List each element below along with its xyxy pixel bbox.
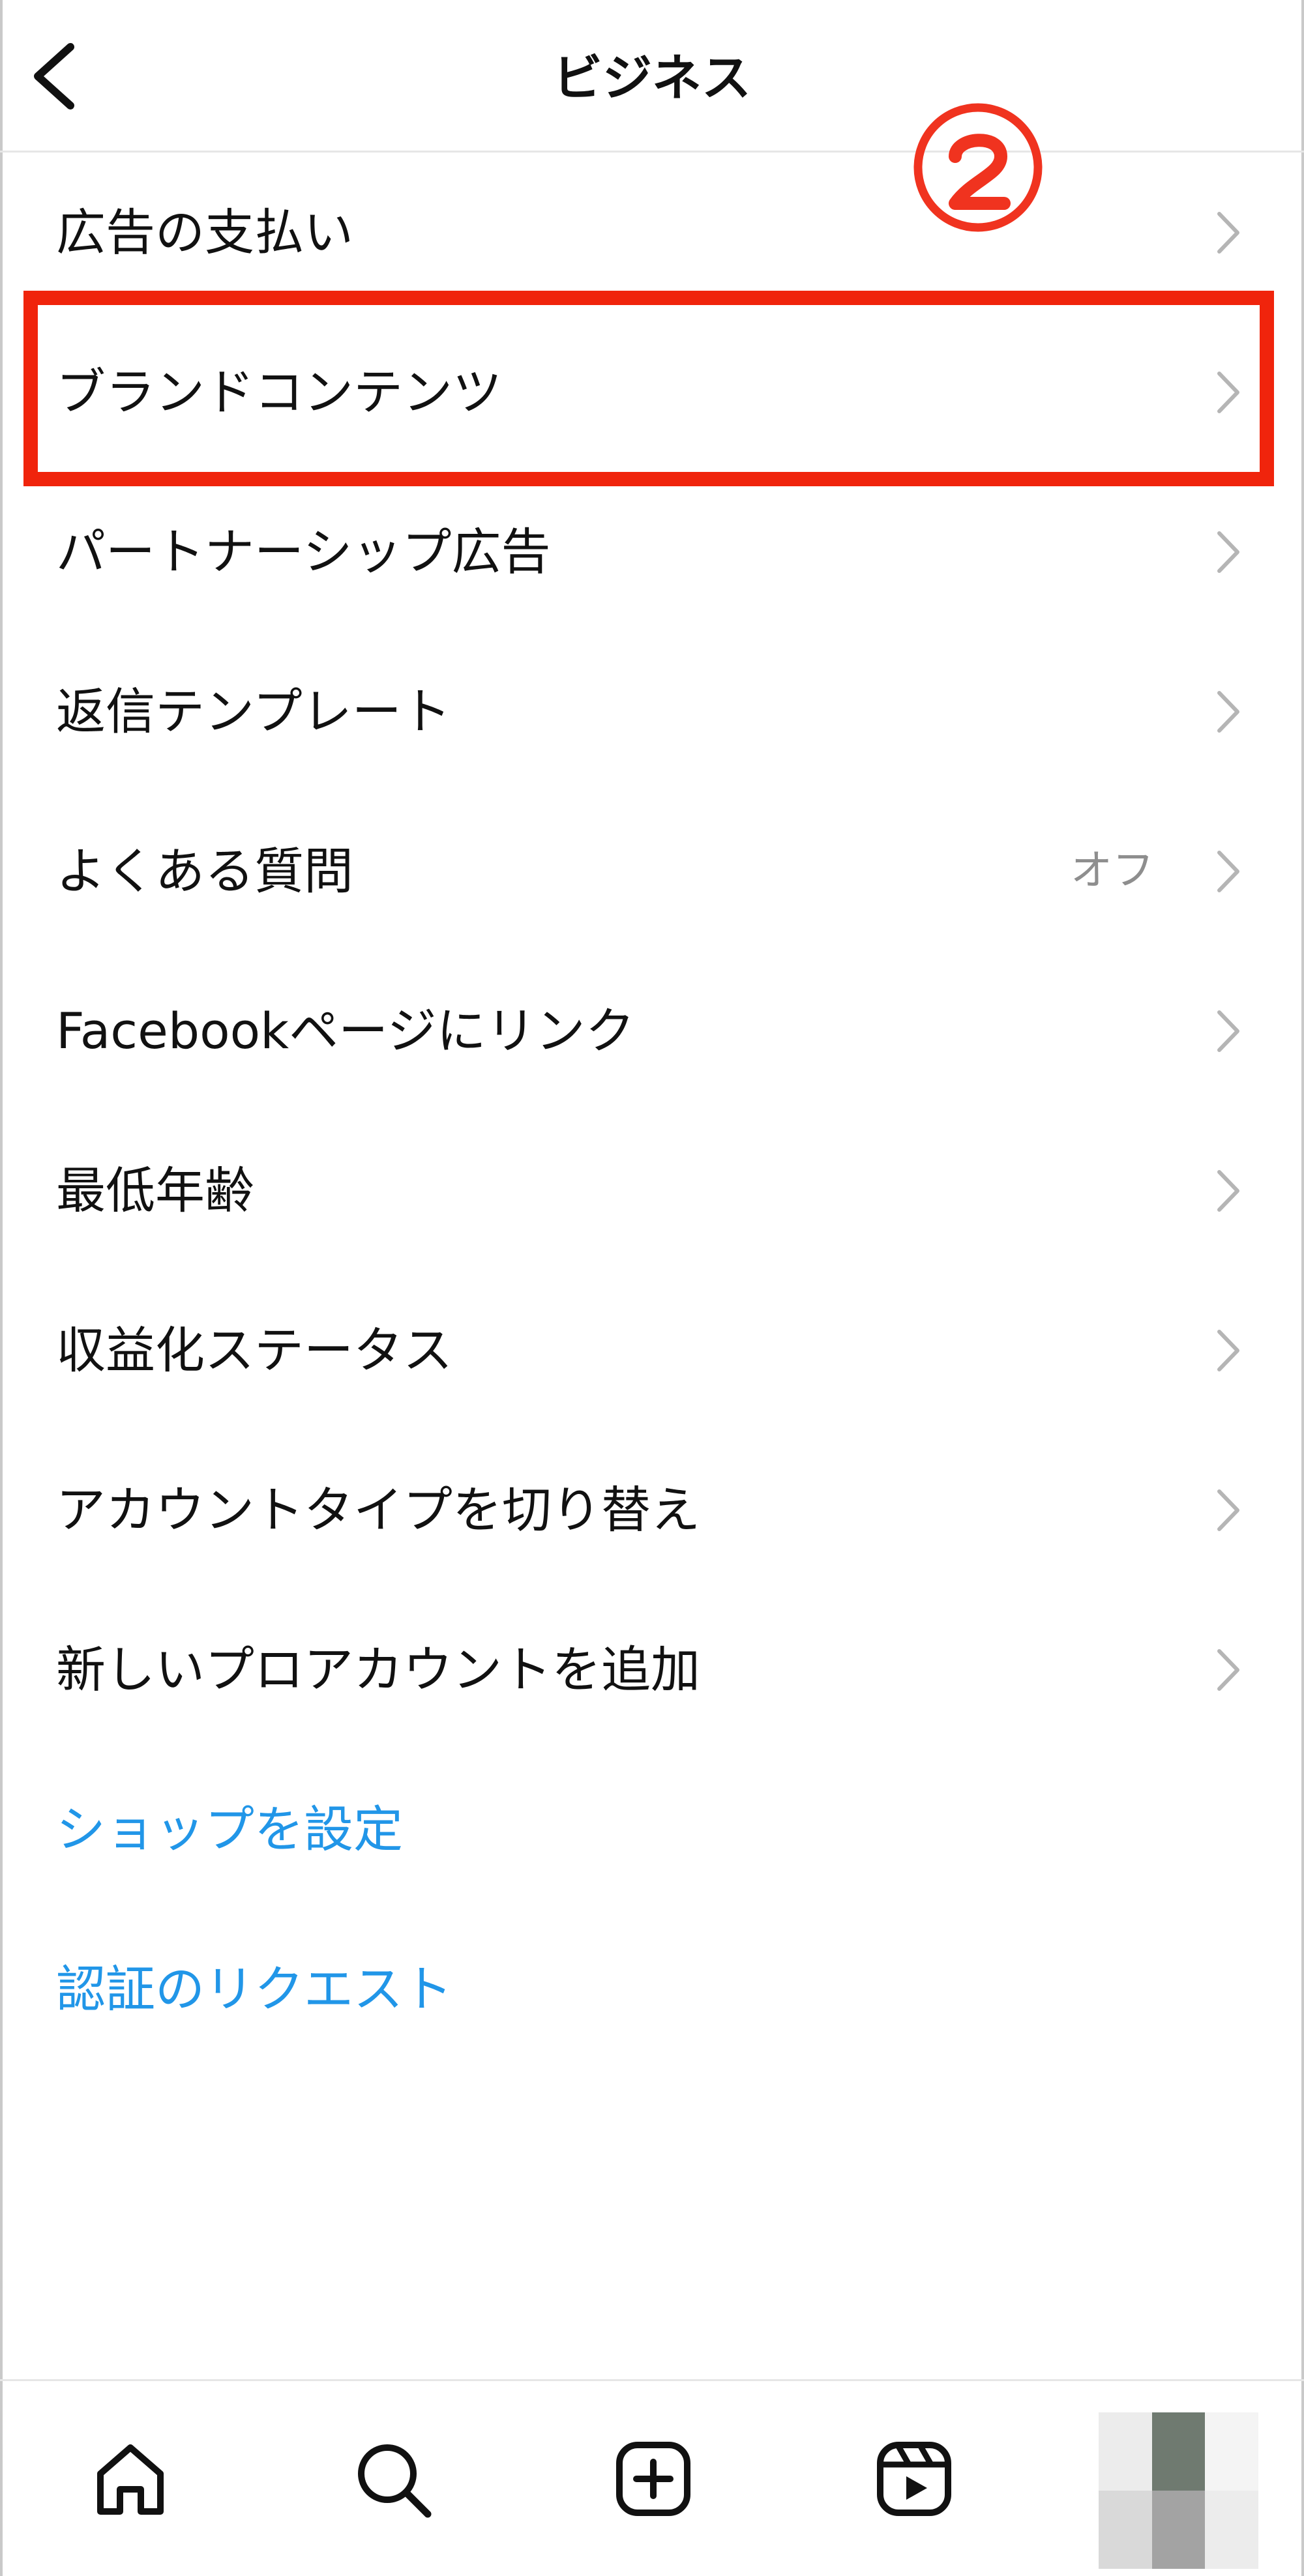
menu-item-label: 最低年齢 [56, 1162, 254, 1220]
chevron-right-icon [1217, 1010, 1239, 1052]
chevron-right-icon [1217, 372, 1239, 413]
menu-item-label: アカウントタイプを切り替え [56, 1481, 700, 1539]
header: ビジネス [0, 0, 1304, 153]
nav-home-button[interactable] [85, 2433, 176, 2525]
menu-item-link-facebook-page[interactable]: Facebookページにリンク [0, 951, 1304, 1111]
menu-item-minimum-age[interactable]: 最低年齢 [0, 1111, 1304, 1270]
chevron-right-icon [1217, 1649, 1239, 1691]
menu-item-ad-payments[interactable]: 広告の支払い [0, 153, 1304, 312]
menu-item-branded-content[interactable]: ブランドコンテンツ [0, 312, 1304, 472]
link-set-up-shop[interactable]: ショップを設定 [0, 1749, 1304, 1909]
nav-reels-button[interactable] [868, 2433, 960, 2525]
nav-search-button[interactable] [347, 2433, 438, 2525]
menu-item-switch-account-type[interactable]: アカウントタイプを切り替え [0, 1430, 1304, 1590]
menu-item-label: 新しいプロアカウントを追加 [56, 1641, 700, 1699]
chevron-right-icon [1217, 691, 1239, 733]
menu-item-label: 収益化ステータス [56, 1321, 452, 1379]
menu-item-label: 返信テンプレート [56, 682, 451, 740]
bottom-navigation [0, 2379, 1304, 2576]
link-label: 認証のリクエスト [56, 1960, 452, 2018]
create-post-icon [616, 2442, 690, 2516]
chevron-right-icon [1217, 1330, 1239, 1371]
chevron-right-icon [1217, 1489, 1239, 1531]
menu-item-label: 広告の支払い [56, 203, 353, 261]
menu-item-label: ブランドコンテンツ [56, 363, 502, 421]
chevron-right-icon [1217, 851, 1239, 892]
menu-item-label: よくある質問 [56, 842, 353, 900]
business-settings-list: 広告の支払い ブランドコンテンツ パートナーシップ広告 返信テンプレート よくあ… [0, 153, 1304, 2069]
chevron-right-icon [1217, 212, 1239, 254]
profile-avatar[interactable] [1099, 2412, 1258, 2569]
faq-status-value: オフ [1071, 847, 1154, 895]
page-title: ビジネス [553, 49, 751, 107]
chevron-right-icon [1217, 531, 1239, 573]
menu-item-partnership-ads[interactable]: パートナーシップ広告 [0, 472, 1304, 632]
chevron-right-icon [1217, 1170, 1239, 1212]
nav-create-button[interactable] [608, 2433, 699, 2525]
menu-item-label: Facebookページにリンク [56, 1002, 635, 1060]
menu-item-reply-templates[interactable]: 返信テンプレート [0, 632, 1304, 791]
menu-item-faq[interactable]: よくある質問 オフ [0, 791, 1304, 951]
link-label: ショップを設定 [56, 1800, 403, 1858]
menu-item-label: パートナーシップ広告 [56, 523, 551, 581]
menu-item-monetization-status[interactable]: 収益化ステータス [0, 1270, 1304, 1430]
home-icon [97, 2444, 164, 2515]
link-request-verification[interactable]: 認証のリクエスト [0, 1909, 1304, 2069]
menu-item-add-pro-account[interactable]: 新しいプロアカウントを追加 [0, 1590, 1304, 1749]
reels-icon [877, 2442, 951, 2516]
search-icon [358, 2444, 432, 2518]
